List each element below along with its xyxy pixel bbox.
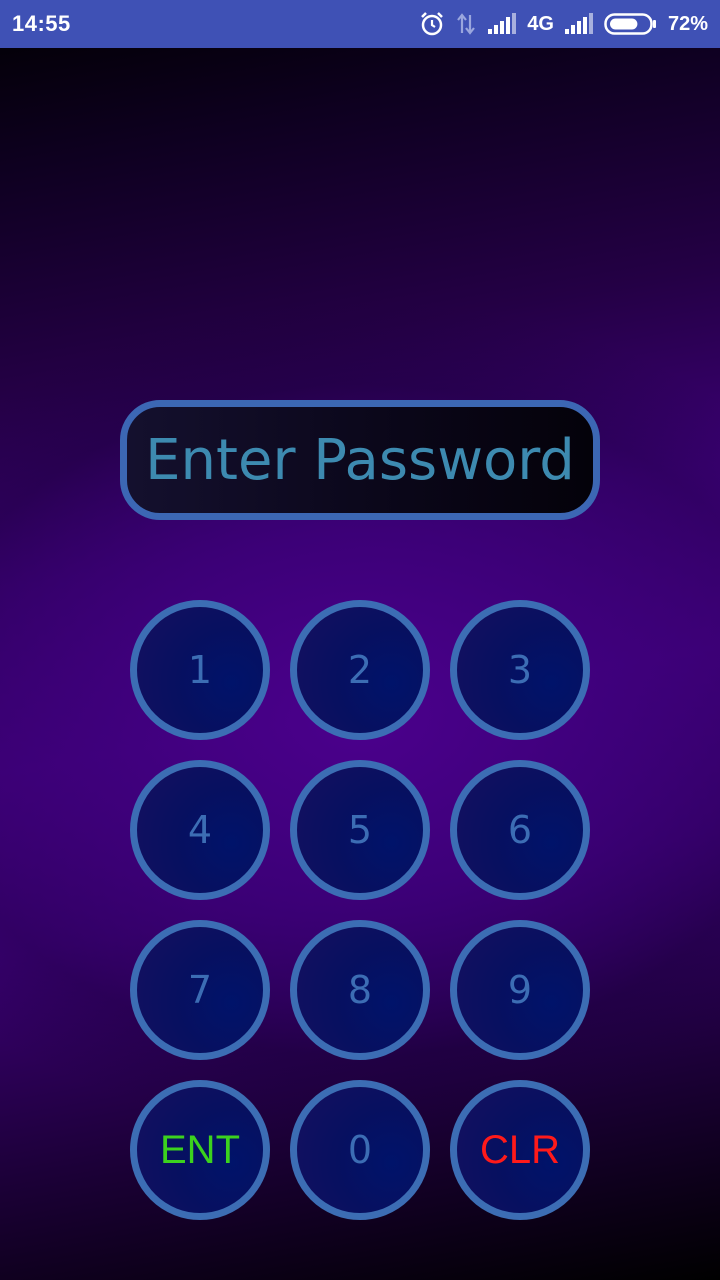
key-0[interactable]: 0 <box>290 1080 430 1220</box>
key-3[interactable]: 3 <box>450 600 590 740</box>
alarm-icon <box>419 11 445 37</box>
enter-button[interactable]: ENT <box>130 1080 270 1220</box>
lock-screen: 14:55 4G 72% 1 2 3 4 5 6 7 8 9 ENT 0 CLR <box>0 0 720 1280</box>
battery-percentage: 72% <box>667 12 708 35</box>
password-box[interactable] <box>120 400 600 520</box>
password-input[interactable] <box>127 427 593 493</box>
status-time: 14:55 <box>12 11 71 36</box>
clear-button[interactable]: CLR <box>450 1080 590 1220</box>
key-1[interactable]: 1 <box>130 600 270 740</box>
key-9[interactable]: 9 <box>450 920 590 1060</box>
key-5[interactable]: 5 <box>290 760 430 900</box>
key-2[interactable]: 2 <box>290 600 430 740</box>
key-6[interactable]: 6 <box>450 760 590 900</box>
status-icons: 4G 72% <box>419 11 708 37</box>
battery-icon <box>604 12 658 36</box>
key-7[interactable]: 7 <box>130 920 270 1060</box>
signal-icon <box>487 13 517 35</box>
signal-icon <box>564 13 594 35</box>
data-transfer-icon <box>455 11 477 37</box>
status-bar: 14:55 4G 72% <box>0 0 720 48</box>
key-4[interactable]: 4 <box>130 760 270 900</box>
network-type-label: 4G <box>527 12 554 35</box>
key-8[interactable]: 8 <box>290 920 430 1060</box>
